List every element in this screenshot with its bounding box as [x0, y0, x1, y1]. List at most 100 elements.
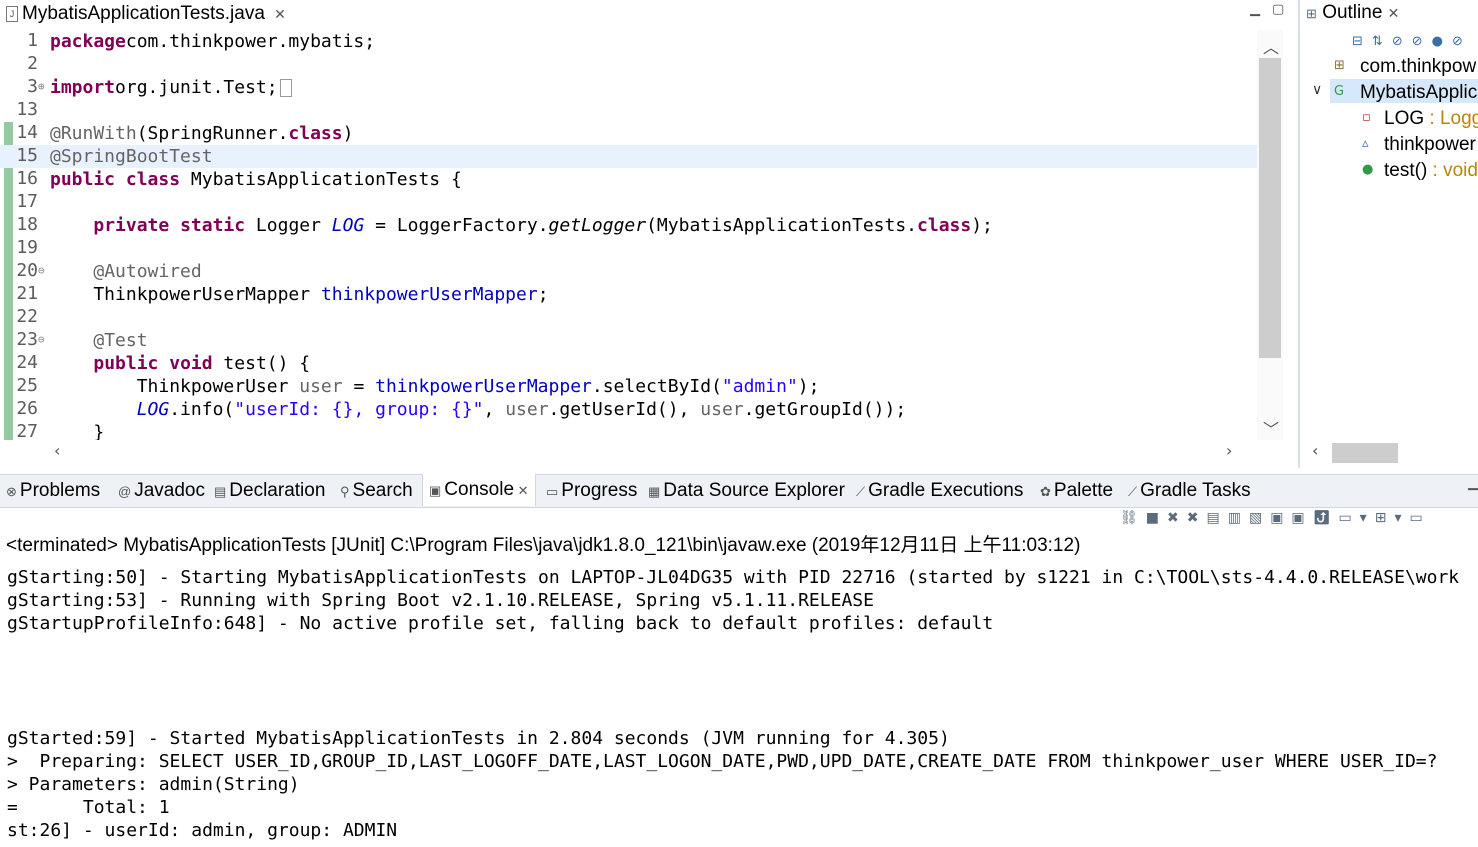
- tab-console[interactable]: ▣ Console ✕: [422, 474, 536, 506]
- console-line: gStartupProfileInfo:648] - No active pro…: [7, 613, 994, 634]
- remove-all-icon[interactable]: ✖: [1187, 510, 1207, 526]
- console-line: st:26] - userId: admin, group: ADMIN: [7, 820, 398, 841]
- editor-scroll-thumb[interactable]: [1259, 58, 1281, 358]
- code-line[interactable]: 22: [0, 306, 1257, 329]
- tab-gradle-executions[interactable]: ⟋ Gradle Executions: [856, 480, 1023, 503]
- code-line[interactable]: 16 public class MybatisApplicationTests {: [0, 168, 1257, 191]
- view-menu-icon[interactable]: ▭: [1409, 510, 1430, 526]
- tab-javadoc[interactable]: @ Javadoc: [118, 480, 205, 503]
- tab-label: Problems: [19, 480, 101, 501]
- scroll-lock-icon[interactable]: ▥: [1228, 510, 1249, 526]
- code-line[interactable]: 3 ⊕ importorg.junit.Test;: [0, 76, 1257, 99]
- line-number: 20: [16, 260, 38, 281]
- folded-imports-marker[interactable]: [279, 79, 292, 97]
- chevron-down-icon[interactable]: ∨: [1312, 82, 1322, 98]
- tab-gradle-tasks[interactable]: ⟋ Gradle Tasks: [1128, 480, 1251, 503]
- display-console-icon[interactable]: ▭: [1338, 510, 1359, 526]
- outline-tab[interactable]: ⊞ Outline ✕: [1306, 2, 1399, 24]
- editor-tab-label: MybatisApplicationTests.java: [22, 3, 265, 24]
- outline-item[interactable]: LOG : Logg: [1384, 108, 1478, 130]
- tab-palette[interactable]: ✿ Palette: [1040, 480, 1113, 503]
- minimize-icon[interactable]: ▁: [1250, 2, 1260, 17]
- class-icon: G: [1334, 84, 1345, 99]
- close-icon[interactable]: ✕: [1388, 5, 1400, 21]
- chevron-down-icon[interactable]: ▾: [1394, 510, 1409, 526]
- scroll-right-icon[interactable]: ›: [1226, 441, 1232, 460]
- code-line[interactable]: 1 packagecom.thinkpower.mybatis;: [0, 30, 1257, 53]
- show-on-output-icon[interactable]: ▣: [1270, 510, 1291, 526]
- code-text: @Test: [93, 330, 148, 351]
- collapse-fold-icon[interactable]: ⊖: [38, 265, 45, 276]
- scroll-left-icon[interactable]: ‹: [54, 441, 60, 460]
- line-number: 26: [16, 398, 38, 419]
- outline-toolbar[interactable]: ⊟⇅⊘⊘●⊘: [1352, 34, 1472, 49]
- outline-scroll-thumb[interactable]: [1332, 443, 1398, 463]
- tab-declaration[interactable]: ▤ Declaration: [214, 480, 325, 503]
- show-on-error-icon[interactable]: ▣: [1291, 510, 1312, 526]
- open-console-icon[interactable]: ⊞: [1375, 510, 1395, 526]
- chevron-down-icon[interactable]: ▾: [1360, 510, 1375, 526]
- expand-fold-icon[interactable]: ⊕: [38, 81, 45, 92]
- collapse-all-icon[interactable]: ⊟: [1352, 34, 1372, 49]
- code-line[interactable]: 26 LOG.info("userId: {}, group: {}", use…: [0, 398, 1257, 421]
- hide-static-icon[interactable]: ⊘: [1412, 34, 1432, 49]
- outline-item[interactable]: com.thinkpow: [1360, 56, 1476, 78]
- remove-launch-icon[interactable]: ✖: [1167, 510, 1187, 526]
- javadoc-icon: @: [118, 484, 132, 499]
- word-wrap-icon[interactable]: ▧: [1249, 510, 1270, 526]
- code-line[interactable]: 15 @SpringBootTest: [0, 145, 1257, 168]
- link-icon[interactable]: ⛓: [1120, 510, 1146, 526]
- code-text: packagecom.thinkpower.mybatis;: [50, 31, 376, 52]
- pin-console-icon[interactable]: ⤴: [1313, 510, 1339, 526]
- code-line[interactable]: 18 private static Logger LOG = LoggerFac…: [0, 214, 1257, 237]
- declaration-icon: ▤: [214, 484, 227, 499]
- outline-item[interactable]: test() : void: [1384, 160, 1478, 182]
- tab-search[interactable]: ⚲ Search: [340, 480, 413, 503]
- clear-console-icon[interactable]: ▤: [1206, 510, 1227, 526]
- editor-tab[interactable]: J MybatisApplicationTests.java ✕: [0, 0, 294, 27]
- tab-problems[interactable]: ⊗ Problems: [6, 480, 100, 503]
- code-text: ThinkpowerUserMapper thinkpowerUserMappe…: [50, 284, 549, 305]
- editor-horizontal-scrollbar[interactable]: ‹ ›: [50, 441, 1257, 465]
- hide-fields-icon[interactable]: ⊘: [1392, 34, 1412, 49]
- minimize-icon[interactable]: ▁: [1468, 476, 1478, 491]
- scroll-down-icon[interactable]: ﹀: [1263, 416, 1279, 440]
- hide-nonpublic-icon[interactable]: ●: [1432, 34, 1452, 49]
- code-line[interactable]: 20 ⊖ @Autowired: [0, 260, 1257, 283]
- terminate-icon[interactable]: ■: [1146, 510, 1167, 526]
- console-toolbar[interactable]: ⛓■✖✖▤▥▧▣▣⤴▭▾⊞▾▭: [1120, 510, 1431, 526]
- code-line[interactable]: 24 public void test() {: [0, 352, 1257, 375]
- sort-icon[interactable]: ⇅: [1372, 34, 1392, 49]
- outline-item[interactable]: thinkpower: [1384, 134, 1476, 156]
- tab-label: Gradle Tasks: [1140, 480, 1251, 501]
- code-line[interactable]: 17: [0, 191, 1257, 214]
- code-line[interactable]: 19: [0, 237, 1257, 260]
- outline-item[interactable]: MybatisApplic: [1360, 82, 1477, 104]
- code-line[interactable]: 13: [0, 99, 1257, 122]
- progress-icon: ▭: [546, 484, 559, 499]
- maximize-icon[interactable]: ▢: [1272, 2, 1284, 17]
- tab-data-source-explorer[interactable]: ▦ Data Source Explorer: [648, 480, 845, 503]
- code-text: ThinkpowerUser user = thinkpowerUserMapp…: [50, 376, 820, 397]
- code-line[interactable]: 2: [0, 53, 1257, 76]
- outline-item-label: LOG: [1384, 108, 1425, 129]
- private-field-icon: ▫: [1362, 110, 1371, 125]
- code-line[interactable]: 14 @RunWith(SpringRunner.class): [0, 122, 1257, 145]
- code-editor[interactable]: 1 packagecom.thinkpower.mybatis; 2 3 ⊕ import…: [0, 30, 1257, 440]
- code-line[interactable]: 23 ⊖ @Test: [0, 329, 1257, 352]
- editor-tabbar: J MybatisApplicationTests.java ✕ ▁ ▢: [0, 0, 1298, 28]
- close-icon[interactable]: ✕: [514, 483, 529, 498]
- collapse-fold-icon[interactable]: ⊖: [38, 334, 45, 345]
- outline-item-label: com.thinkpow: [1360, 56, 1477, 77]
- code-line[interactable]: 21 ThinkpowerUserMapper thinkpowerUserMa…: [0, 283, 1257, 306]
- code-line[interactable]: 25 ThinkpowerUser user = thinkpowerUserM…: [0, 375, 1257, 398]
- console-line: gStarting:53] - Running with Spring Boot…: [7, 590, 874, 611]
- hide-local-icon[interactable]: ⊘: [1452, 34, 1472, 49]
- scroll-up-icon[interactable]: ︿: [1263, 34, 1279, 58]
- scroll-left-icon[interactable]: ‹: [1312, 441, 1318, 460]
- outline-horizontal-scrollbar[interactable]: ‹: [1306, 441, 1478, 465]
- line-number: 24: [16, 352, 38, 373]
- close-icon[interactable]: ✕: [274, 6, 286, 22]
- tab-progress[interactable]: ▭ Progress: [546, 480, 637, 503]
- code-line[interactable]: 27 }: [0, 421, 1257, 440]
